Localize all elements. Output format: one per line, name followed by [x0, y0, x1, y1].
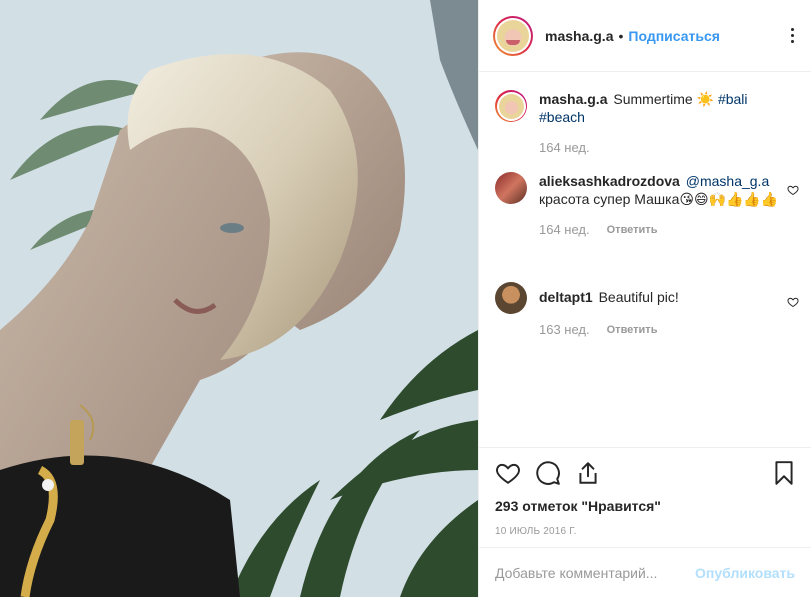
comment-meta: 163 нед. Ответить	[539, 322, 791, 337]
bookmark-icon[interactable]	[773, 460, 795, 486]
comment-username[interactable]: masha.g.a	[539, 91, 607, 107]
post-side-panel: masha.g.a • Подписаться masha.g.a Summer…	[478, 0, 811, 597]
comment-body: deltapt1 Beautiful pic!	[539, 282, 791, 306]
share-icon[interactable]	[575, 460, 601, 486]
comment-time[interactable]: 163 нед.	[539, 322, 590, 337]
comment-avatar[interactable]	[495, 282, 527, 314]
comment-item: deltapt1 Beautiful pic! 163 нед. Ответит…	[495, 282, 799, 337]
comment-body: alieksashkadrozdova @masha_g.a красота с…	[539, 172, 791, 208]
header-separator: •	[618, 27, 624, 44]
comment-username[interactable]: alieksashkadrozdova	[539, 173, 680, 189]
comments-list: masha.g.a Summertime ☀️ #bali #beach 164…	[479, 72, 811, 447]
comment-meta: 164 нед.	[539, 140, 791, 155]
comment-time[interactable]: 164 нед.	[539, 222, 590, 237]
likes-count[interactable]: 293 отметок "Нравится"	[495, 498, 795, 514]
comment-text: Beautiful pic!	[598, 289, 679, 305]
comment-input[interactable]	[495, 564, 696, 581]
comment-text: красота супер Машка😘😄🙌👍👍👍	[539, 191, 779, 207]
instagram-post: masha.g.a • Подписаться masha.g.a Summer…	[0, 0, 811, 597]
publish-button[interactable]: Опубликовать	[695, 565, 795, 581]
more-options-icon[interactable]	[791, 28, 795, 44]
comment-avatar[interactable]	[495, 172, 527, 204]
comment-time[interactable]: 164 нед.	[539, 140, 590, 155]
post-header: masha.g.a • Подписаться	[479, 0, 811, 72]
add-comment-bar: Опубликовать	[479, 547, 811, 597]
comment-icon[interactable]	[535, 460, 561, 486]
comment-username[interactable]: deltapt1	[539, 289, 593, 305]
post-actions: 293 отметок "Нравится" 10 июль 2016 г.	[479, 447, 811, 537]
heart-icon[interactable]	[495, 460, 521, 486]
reply-button[interactable]: Ответить	[607, 324, 658, 336]
post-date[interactable]: 10 июль 2016 г.	[495, 526, 795, 537]
like-comment-heart-icon[interactable]	[787, 296, 799, 308]
comment-mention[interactable]: @masha_g.a	[686, 173, 769, 189]
like-comment-heart-icon[interactable]	[787, 184, 799, 196]
post-photo[interactable]	[0, 0, 478, 597]
author-avatar[interactable]	[493, 15, 533, 56]
follow-button[interactable]: Подписаться	[628, 28, 720, 44]
reply-button[interactable]: Ответить	[607, 224, 658, 236]
caption-comment: masha.g.a Summertime ☀️ #bali #beach 164…	[495, 90, 791, 155]
comment-text: Summertime ☀️	[613, 91, 715, 107]
author-username[interactable]: masha.g.a	[545, 28, 613, 44]
action-icons-row	[495, 460, 795, 490]
comment-meta: 164 нед. Ответить	[539, 222, 791, 237]
photo-illustration	[0, 0, 478, 597]
comment-avatar[interactable]	[495, 90, 527, 122]
comment-item: alieksashkadrozdova @masha_g.a красота с…	[495, 172, 799, 237]
comment-body: masha.g.a Summertime ☀️ #bali #beach	[539, 90, 791, 126]
